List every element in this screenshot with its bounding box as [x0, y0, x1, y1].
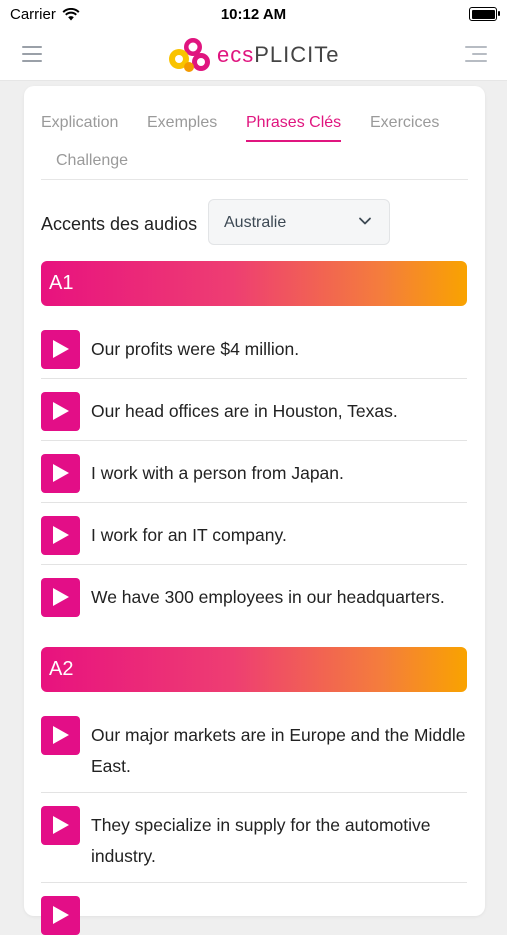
level-header-a1: A1 — [41, 261, 467, 306]
phrase-text: I work with a person from Japan. — [91, 463, 344, 483]
logo-wordmark: ecsPLICITe — [217, 42, 340, 67]
play-button[interactable] — [41, 330, 80, 369]
tab-exemples[interactable]: Exemples — [147, 114, 217, 132]
play-button[interactable] — [41, 578, 80, 617]
play-button[interactable] — [41, 806, 80, 845]
phrase-text: They specialize in supply for the automo… — [91, 815, 431, 866]
logo-mark — [165, 35, 213, 75]
phrase-item: Our profits were $4 million. — [41, 330, 467, 379]
play-icon — [53, 464, 69, 482]
play-button[interactable] — [41, 896, 80, 935]
accent-selector-row: Accents des audios Australie — [41, 198, 467, 246]
play-icon — [53, 906, 69, 924]
play-icon — [53, 588, 69, 606]
tab-exercices[interactable]: Exercices — [370, 114, 439, 132]
play-button[interactable] — [41, 716, 80, 755]
accent-dropdown[interactable]: Australie — [208, 199, 390, 245]
hamburger-menu-icon[interactable] — [22, 46, 42, 67]
phrase-item: Our major markets are in Europe and the … — [41, 716, 467, 793]
play-icon — [53, 402, 69, 420]
phrase-text: I work for an IT company. — [91, 525, 287, 545]
play-icon — [53, 816, 69, 834]
tab-challenge[interactable]: Challenge — [56, 152, 128, 170]
accent-label: Accents des audios — [41, 214, 198, 234]
battery-icon — [469, 7, 500, 21]
phrase-item: We have 300 employees in our headquarter… — [41, 578, 467, 629]
phrase-item-partial — [41, 896, 467, 935]
play-icon — [53, 526, 69, 544]
status-bar: Carrier 10:12 AM — [0, 0, 507, 30]
phrase-item: I work for an IT company. — [41, 516, 467, 565]
phrase-text: Our profits were $4 million. — [91, 339, 300, 359]
tab-explication[interactable]: Explication — [41, 114, 118, 132]
phrase-item: They specialize in supply for the automo… — [41, 806, 467, 883]
content-card: Explication Exemples Phrases Clés Exerci… — [24, 86, 485, 935]
play-button[interactable] — [41, 392, 80, 431]
tabs-divider — [41, 179, 468, 180]
phrase-text: We have 300 employees in our headquarter… — [91, 587, 445, 607]
accent-selected-value: Australie — [224, 214, 287, 231]
status-time: 10:12 AM — [220, 6, 287, 23]
play-icon — [53, 726, 69, 744]
play-icon — [53, 340, 69, 358]
play-button[interactable] — [41, 454, 80, 493]
chevron-down-icon — [359, 217, 371, 225]
level-header-a2: A2 — [41, 647, 467, 692]
phrase-item: I work with a person from Japan. — [41, 454, 467, 503]
phrase-item: Our head offices are in Houston, Texas. — [41, 392, 467, 441]
play-button[interactable] — [41, 516, 80, 555]
app-logo: ecsPLICITe — [165, 34, 340, 76]
right-menu-icon[interactable] — [465, 46, 487, 67]
phrase-text: Our head offices are in Houston, Texas. — [91, 401, 398, 421]
app-header: ecsPLICITe — [0, 30, 507, 81]
tab-phrases-cles[interactable]: Phrases Clés — [246, 114, 342, 142]
phrase-text: Our major markets are in Europe and the … — [91, 725, 466, 776]
